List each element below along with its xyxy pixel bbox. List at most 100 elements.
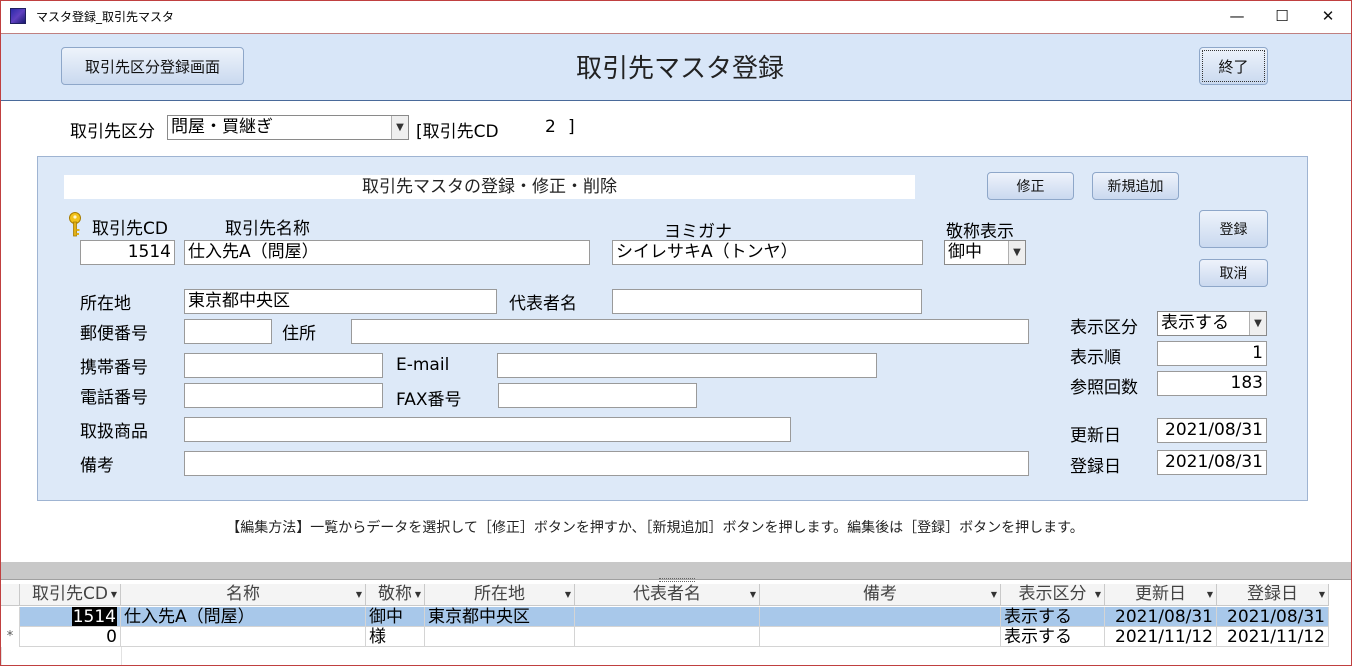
category-screen-button[interactable]: 取引先区分登録画面 xyxy=(61,47,244,85)
column-header-cd[interactable]: 取引先CD ▼ xyxy=(20,584,121,606)
column-filter-icon[interactable]: ▼ xyxy=(415,584,421,605)
table-cell-display[interactable]: 表示する xyxy=(1001,607,1105,627)
display-flag-select-value: 表示する xyxy=(1161,313,1229,333)
maximize-button[interactable]: ☐ xyxy=(1259,0,1305,32)
register-button[interactable]: 登録 xyxy=(1199,210,1268,248)
column-header-honorific[interactable]: 敬称 ▼ xyxy=(366,584,425,606)
column-header-updated[interactable]: 更新日 ▼ xyxy=(1105,584,1217,606)
honorific-label: 敬称表示 xyxy=(946,222,1014,242)
column-header-label: 登録日 xyxy=(1247,584,1298,604)
exit-button[interactable]: 終了 xyxy=(1199,47,1268,85)
display-flag-select[interactable]: 表示する ▼ xyxy=(1157,311,1267,336)
display-order-field[interactable]: 1 xyxy=(1157,341,1267,366)
column-header-notes[interactable]: 備考 ▼ xyxy=(760,584,1001,606)
select-all-corner[interactable] xyxy=(1,584,20,606)
column-header-label: 表示区分 xyxy=(1018,584,1087,604)
column-header-name[interactable]: 名称 ▼ xyxy=(121,584,366,606)
fax-field[interactable] xyxy=(498,383,697,408)
products-label: 取扱商品 xyxy=(80,422,148,442)
category-select[interactable]: 問屋・買継ぎ ▼ xyxy=(167,115,409,140)
table-cell-registered[interactable]: 2021/08/31 xyxy=(1217,607,1329,627)
table-cell-honorific[interactable]: 御中 xyxy=(366,607,425,627)
column-guide xyxy=(1,647,2,666)
selected-cell-value: 1514 xyxy=(71,607,117,627)
kana-field[interactable]: シイレサキA（トンヤ） xyxy=(612,240,923,265)
column-filter-icon[interactable]: ▼ xyxy=(991,584,997,605)
column-header-label: 名称 xyxy=(226,584,260,604)
notes-field[interactable] xyxy=(184,451,1029,476)
zip-field[interactable] xyxy=(184,319,272,344)
column-header-display[interactable]: 表示区分 ▼ xyxy=(1001,584,1105,606)
table-cell-representative[interactable] xyxy=(575,627,760,647)
close-button[interactable]: ✕ xyxy=(1305,0,1351,32)
category-select-value: 問屋・買継ぎ xyxy=(171,117,273,137)
mobile-field[interactable] xyxy=(184,353,383,378)
location-field[interactable]: 東京都中央区 xyxy=(184,289,497,314)
column-header-label: 取引先CD xyxy=(32,584,108,604)
phone-label: 電話番号 xyxy=(80,388,148,408)
edit-button[interactable]: 修正 xyxy=(987,172,1074,200)
resize-grip[interactable] xyxy=(659,578,695,582)
ref-count-field[interactable]: 183 xyxy=(1157,371,1267,396)
table-cell-cd[interactable]: 1514 xyxy=(20,607,121,627)
name-field[interactable]: 仕入先A（問屋） xyxy=(184,240,590,265)
window-title: マスタ登録_取引先マスタ xyxy=(36,10,175,24)
add-new-button[interactable]: 新規追加 xyxy=(1092,172,1179,200)
column-filter-icon[interactable]: ▼ xyxy=(1319,584,1325,605)
minimize-button[interactable]: — xyxy=(1214,0,1260,32)
table-cell-updated[interactable]: 2021/08/31 xyxy=(1105,607,1217,627)
column-header-label: 備考 xyxy=(863,584,897,604)
table-cell-display[interactable]: 表示する xyxy=(1001,627,1105,647)
table-cell-notes[interactable] xyxy=(760,607,1001,627)
column-filter-icon[interactable]: ▼ xyxy=(1095,584,1101,605)
representative-label: 代表者名 xyxy=(509,294,577,314)
chevron-down-icon[interactable]: ▼ xyxy=(1008,241,1025,264)
email-field[interactable] xyxy=(497,353,877,378)
cd-field[interactable]: 1514 xyxy=(80,240,175,265)
updated-label: 更新日 xyxy=(1070,426,1121,446)
column-header-location[interactable]: 所在地 ▼ xyxy=(425,584,575,606)
table-cell-name[interactable]: 仕入先A（問屋） xyxy=(121,607,366,627)
table-cell-cd[interactable]: 0 xyxy=(20,627,121,647)
registered-label: 登録日 xyxy=(1070,457,1121,477)
column-filter-icon[interactable]: ▼ xyxy=(111,584,117,605)
honorific-select[interactable]: 御中 ▼ xyxy=(944,240,1026,265)
representative-field[interactable] xyxy=(612,289,922,314)
title-bar xyxy=(0,0,1352,32)
table-cell-location[interactable] xyxy=(425,627,575,647)
table-cell-updated[interactable]: 2021/11/12 xyxy=(1105,627,1217,647)
phone-field[interactable] xyxy=(184,383,383,408)
section-title: 取引先マスタの登録・修正・削除 xyxy=(64,175,915,199)
display-flag-label: 表示区分 xyxy=(1070,318,1138,338)
column-filter-icon[interactable]: ▼ xyxy=(1207,584,1213,605)
registered-field[interactable]: 2021/08/31 xyxy=(1157,450,1267,475)
notes-label: 備考 xyxy=(80,456,114,476)
new-record-marker[interactable]: * xyxy=(1,627,20,647)
column-header-representative[interactable]: 代表者名 ▼ xyxy=(575,584,760,606)
kana-label: ヨミガナ xyxy=(664,222,732,242)
ref-count-label: 参照回数 xyxy=(1070,378,1138,398)
address-field[interactable] xyxy=(351,319,1029,344)
column-header-label: 代表者名 xyxy=(633,584,701,604)
table-cell-registered[interactable]: 2021/11/12 xyxy=(1217,627,1329,647)
fax-label: FAX番号 xyxy=(396,390,462,410)
products-field[interactable] xyxy=(184,417,791,442)
table-cell-notes[interactable] xyxy=(760,627,1001,647)
column-header-registered[interactable]: 登録日 ▼ xyxy=(1217,584,1329,606)
cancel-button[interactable]: 取消 xyxy=(1199,259,1268,287)
row-selector[interactable] xyxy=(1,607,20,627)
updated-field[interactable]: 2021/08/31 xyxy=(1157,418,1267,443)
chevron-down-icon[interactable]: ▼ xyxy=(1249,312,1266,335)
column-filter-icon[interactable]: ▼ xyxy=(750,584,756,605)
column-filter-icon[interactable]: ▼ xyxy=(356,584,362,605)
display-order-label: 表示順 xyxy=(1070,348,1121,368)
app-icon xyxy=(10,8,26,24)
chevron-down-icon[interactable]: ▼ xyxy=(391,116,408,139)
name-label: 取引先名称 xyxy=(225,219,310,239)
table-cell-name[interactable] xyxy=(121,627,366,647)
table-cell-representative[interactable] xyxy=(575,607,760,627)
table-cell-honorific[interactable]: 様 xyxy=(366,627,425,647)
table-cell-location[interactable]: 東京都中央区 xyxy=(425,607,575,627)
key-icon xyxy=(69,212,81,237)
column-filter-icon[interactable]: ▼ xyxy=(565,584,571,605)
